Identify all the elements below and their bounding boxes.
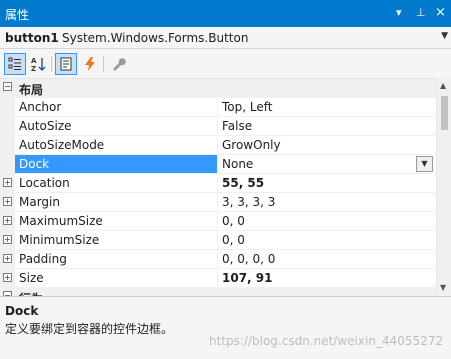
row-gutter: +	[0, 193, 15, 212]
properties-toolbar: A Z	[0, 50, 451, 78]
property-value[interactable]: GrowOnly	[218, 136, 436, 155]
property-name[interactable]: Dock	[15, 155, 218, 174]
events-button[interactable]	[79, 53, 101, 75]
expand-icon[interactable]: +	[3, 254, 12, 263]
svg-text:Z: Z	[31, 65, 36, 72]
property-value[interactable]: 107, 91	[218, 269, 436, 288]
property-value[interactable]: None ▼	[218, 155, 436, 174]
property-value-text: None	[222, 157, 254, 171]
scrollbar-thumb[interactable]	[441, 96, 448, 130]
property-name[interactable]: MinimumSize	[15, 231, 218, 250]
row-gutter: +	[0, 212, 15, 231]
expand-icon[interactable]: +	[3, 197, 12, 206]
property-row-selected[interactable]: Dock None ▼	[0, 155, 436, 174]
splitter[interactable]	[0, 296, 451, 297]
vertical-scrollbar[interactable]: ▲ ▼	[436, 78, 451, 296]
property-name[interactable]: Location	[15, 174, 218, 193]
close-icon[interactable]: ×	[435, 5, 446, 21]
row-gutter	[0, 155, 15, 174]
watermark: https://blog.csdn.net/weixin_44055272	[208, 334, 443, 348]
property-value[interactable]: 3, 3, 3, 3	[218, 193, 436, 212]
property-name[interactable]: AutoSize	[15, 117, 218, 136]
description-text: 定义要绑定到容器的控件边框。	[5, 322, 174, 336]
property-pages-button[interactable]	[107, 53, 129, 75]
property-row[interactable]: + Size 107, 91	[0, 269, 436, 288]
expand-icon[interactable]: +	[3, 178, 12, 187]
categorized-icon	[8, 57, 21, 70]
property-value[interactable]: Top, Left	[218, 98, 436, 117]
property-row[interactable]: + MinimumSize 0, 0	[0, 231, 436, 250]
property-value[interactable]: 0, 0	[218, 231, 436, 250]
row-gutter	[0, 136, 15, 155]
alphabetical-icon: A Z	[31, 57, 46, 72]
property-value[interactable]: 0, 0, 0, 0	[218, 250, 436, 269]
property-value[interactable]: 0, 0	[218, 212, 436, 231]
property-name[interactable]: MaximumSize	[15, 212, 218, 231]
properties-button[interactable]	[55, 53, 77, 75]
description-pane: Dock 定义要绑定到容器的控件边框。	[0, 298, 451, 359]
toolbar-separator	[51, 56, 52, 72]
property-row[interactable]: + MaximumSize 0, 0	[0, 212, 436, 231]
events-icon	[85, 57, 95, 71]
property-name[interactable]: Padding	[15, 250, 218, 269]
object-selector[interactable]: button1 System.Windows.Forms.Button ▼	[0, 27, 451, 49]
svg-text:A: A	[31, 57, 37, 65]
scroll-down-icon[interactable]: ▼	[440, 283, 446, 292]
expand-icon[interactable]: +	[3, 216, 12, 225]
property-name[interactable]: AutoSizeMode	[15, 136, 218, 155]
toolbar-separator	[103, 56, 104, 72]
property-row[interactable]: + Padding 0, 0, 0, 0	[0, 250, 436, 269]
chevron-down-icon[interactable]: ▼	[441, 31, 448, 41]
selected-object-name: button1	[5, 31, 59, 45]
property-row[interactable]: + Location 55, 55	[0, 174, 436, 193]
expand-icon[interactable]: +	[3, 273, 12, 282]
row-gutter: +	[0, 250, 15, 269]
wrench-icon	[113, 58, 126, 71]
collapse-icon[interactable]: −	[3, 82, 12, 91]
property-value[interactable]: False	[218, 117, 436, 136]
alphabetical-button[interactable]: A Z	[27, 53, 49, 75]
description-title: Dock	[5, 304, 39, 318]
properties-icon	[60, 57, 72, 71]
category-label: 布局	[19, 83, 44, 97]
property-name[interactable]: Margin	[15, 193, 218, 212]
value-dropdown-button[interactable]: ▼	[416, 156, 433, 172]
scroll-up-icon[interactable]: ▲	[440, 81, 446, 90]
property-name[interactable]: Anchor	[15, 98, 218, 117]
property-row[interactable]: AutoSizeMode GrowOnly	[0, 136, 436, 155]
property-row[interactable]: AutoSize False	[0, 117, 436, 136]
expand-icon[interactable]: +	[3, 235, 12, 244]
row-gutter	[0, 117, 15, 136]
panel-title-bar: 属性 ▾ ⊥ ×	[0, 0, 451, 27]
property-name[interactable]: Size	[15, 269, 218, 288]
property-row[interactable]: + Margin 3, 3, 3, 3	[0, 193, 436, 212]
selected-object-type: System.Windows.Forms.Button	[62, 31, 249, 45]
panel-title: 属性	[5, 8, 30, 22]
property-row[interactable]: Anchor Top, Left	[0, 98, 436, 117]
property-grid: − 布局 Anchor Top, Left AutoSize False Aut…	[0, 78, 436, 296]
row-gutter	[0, 98, 15, 117]
window-position-dropdown-icon[interactable]: ▾	[396, 5, 402, 21]
property-value[interactable]: 55, 55	[218, 174, 436, 193]
category-row[interactable]: − 行为	[0, 288, 436, 296]
row-gutter: +	[0, 174, 15, 193]
row-gutter: +	[0, 269, 15, 288]
categorized-button[interactable]	[4, 53, 26, 75]
pin-icon[interactable]: ⊥	[416, 5, 426, 21]
row-gutter: +	[0, 231, 15, 250]
category-row[interactable]: − 布局	[0, 79, 436, 98]
